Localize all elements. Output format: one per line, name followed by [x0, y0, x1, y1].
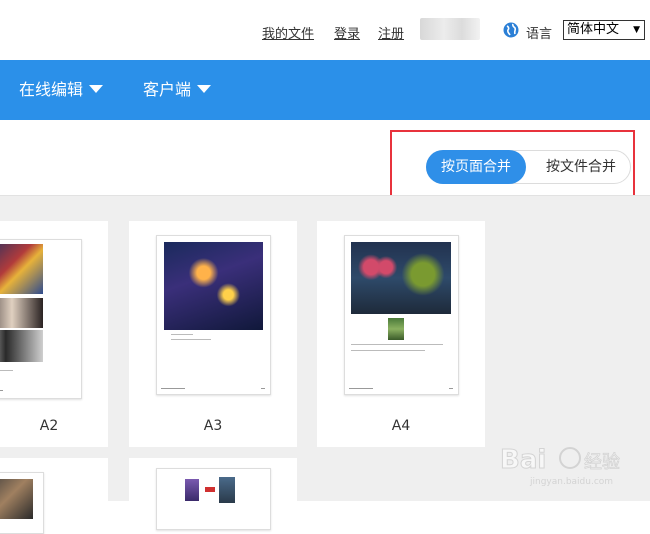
nav-item-client[interactable]: 客户端 — [143, 60, 212, 120]
page-thumbnail — [344, 235, 459, 395]
caret-down-icon — [197, 84, 212, 93]
top-bar: 我的文件 登录 注册 语言 简体中文 ▼ — [0, 0, 650, 60]
character-image — [219, 477, 235, 503]
page-label: A2 — [39, 418, 59, 434]
svg-text:Bai: Bai — [500, 445, 546, 475]
page-thumbnail — [156, 468, 271, 530]
my-files-link[interactable]: 我的文件 — [262, 23, 314, 42]
page-card[interactable]: A3 — [129, 221, 297, 447]
game-screenshot-image — [351, 242, 451, 314]
photo-image — [0, 479, 33, 519]
text-line — [0, 370, 13, 371]
text-line — [171, 339, 211, 340]
footer-line — [261, 388, 265, 389]
caret-down-icon — [89, 84, 104, 93]
language-select[interactable]: 简体中文 ▼ — [563, 20, 645, 40]
game-banner-image — [0, 244, 43, 294]
page-card[interactable] — [0, 458, 108, 534]
page-label: A4 — [391, 418, 411, 434]
svg-text:经验: 经验 — [584, 452, 620, 473]
text-line — [171, 334, 193, 335]
page-thumbnail — [0, 472, 44, 534]
svg-text:jingyan.baidu.com: jingyan.baidu.com — [529, 477, 613, 487]
main-nav: 在线编辑 客户端 — [0, 60, 650, 120]
game-screenshot-image — [164, 242, 263, 330]
language-label: 语言 — [526, 27, 553, 42]
footer-line — [0, 390, 3, 391]
footer-line — [349, 388, 373, 389]
text-line — [351, 344, 443, 345]
nav-item-label: 在线编辑 — [19, 80, 84, 99]
page-card[interactable]: A4 — [317, 221, 485, 447]
login-link[interactable]: 登录 — [334, 23, 360, 42]
page-card[interactable]: A2 — [0, 221, 108, 447]
baidu-watermark-logo: Bai 经验 jingyan.baidu.com — [500, 445, 620, 488]
photo-image — [0, 330, 43, 362]
footer-line — [449, 388, 453, 389]
text-line — [351, 350, 425, 351]
page-thumbnail — [0, 239, 82, 399]
page-thumbnail — [156, 235, 271, 395]
page-card[interactable] — [129, 458, 297, 530]
qr-code-image — [388, 318, 404, 340]
character-image — [185, 479, 199, 501]
arrow-image — [205, 487, 215, 492]
page-label: A3 — [203, 418, 223, 434]
nav-item-label: 客户端 — [143, 80, 192, 99]
register-link[interactable]: 注册 — [378, 23, 404, 42]
avatar[interactable] — [420, 18, 480, 40]
language-select-value: 简体中文 — [567, 22, 620, 37]
nav-item-online-edit[interactable]: 在线编辑 — [19, 60, 104, 120]
footer-line — [161, 388, 185, 389]
photo-image — [0, 298, 43, 328]
highlight-annotation-box — [390, 130, 635, 202]
globe-icon — [503, 22, 519, 38]
dropdown-arrow-icon: ▼ — [633, 25, 640, 35]
